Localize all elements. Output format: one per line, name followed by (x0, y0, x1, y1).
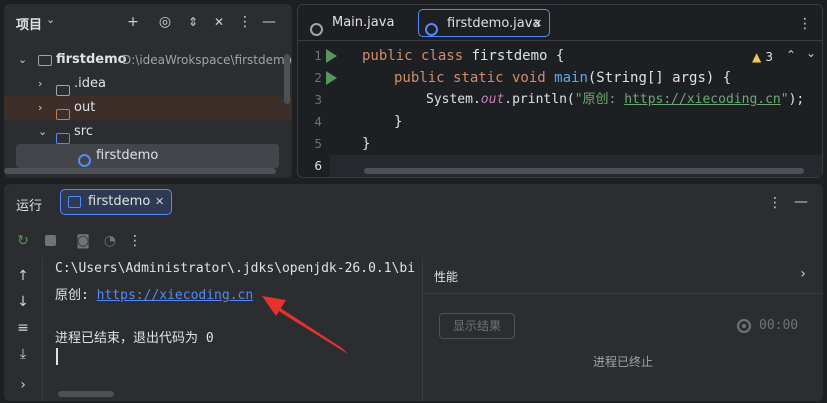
console-link[interactable]: https://xiecoding.cn (97, 288, 254, 303)
line-number: 1 (314, 49, 322, 63)
folder-icon (56, 109, 70, 120)
vertical-scrollbar[interactable] (284, 54, 290, 104)
tree-label-out: out (74, 100, 96, 115)
add-icon[interactable]: + (124, 14, 142, 30)
run-tab-firstdemo[interactable]: firstdemo ✕ (60, 189, 172, 215)
class-icon (310, 16, 323, 44)
project-panel: 项目 ⌄ + ◎ ⇕ ✕ ⋮ — ⌄ firstdemo D:\ideaWrok… (4, 4, 292, 178)
code-line-1[interactable]: public class firstdemo { (362, 45, 564, 67)
minimize-icon[interactable]: — (260, 14, 278, 30)
tab-main-java[interactable]: Main.java (306, 9, 406, 37)
source-folder-icon (56, 133, 70, 144)
text-cursor (56, 348, 58, 365)
folder-icon (56, 85, 70, 96)
arrow-up-icon[interactable]: ↑ (14, 268, 32, 284)
horizontal-scrollbar[interactable] (4, 168, 276, 174)
editor-horizontal-scrollbar[interactable] (364, 168, 804, 174)
tree-item-out[interactable]: › out (4, 96, 292, 120)
divider (423, 293, 823, 294)
arrow-shaft (274, 304, 348, 354)
target-icon[interactable]: ◎ (156, 14, 174, 30)
code-line-2[interactable]: public static void main(String[] args) { (394, 67, 731, 89)
editor-tab-bar: Main.java firstdemo.java ✕ ⋮ (298, 5, 822, 41)
divider (422, 258, 423, 401)
close-icon[interactable]: ✕ (155, 195, 164, 208)
tree-label-idea: .idea (74, 76, 106, 91)
console-line-4: 进程已结束，退出代码为 0 (55, 331, 214, 346)
console-horizontal-scrollbar[interactable] (58, 391, 114, 397)
run-gutter-icon[interactable] (326, 71, 337, 85)
run-tab-label: firstdemo (88, 194, 151, 209)
annotation-arrow (262, 296, 348, 354)
show-results-button[interactable]: 显示结果 (439, 313, 515, 339)
line-number: 5 (314, 137, 322, 151)
tree-label-src: src (74, 124, 93, 139)
module-folder-icon (38, 55, 52, 66)
tab-firstdemo-java[interactable]: firstdemo.java ✕ (418, 9, 550, 37)
class-icon (425, 16, 438, 44)
minimize-icon[interactable]: — (792, 194, 810, 210)
scroll-to-end-icon[interactable]: ⤓ (14, 346, 32, 362)
collapse-all-icon[interactable]: ✕ (210, 14, 228, 30)
run-gutter-icon[interactable] (326, 49, 337, 63)
code-line-3[interactable]: System.out.println("原创: https://xiecodin… (426, 89, 804, 111)
profiler-icon[interactable]: ◔ (101, 233, 119, 249)
tree-item-idea[interactable]: › .idea (4, 72, 292, 96)
chevron-down-icon[interactable]: ⌄ (46, 13, 55, 26)
divider (42, 258, 43, 401)
line-number: 6 (314, 159, 322, 173)
more-options-icon[interactable]: ⋮ (236, 14, 254, 30)
camera-icon[interactable]: ◙ (74, 233, 92, 249)
tab-label: firstdemo.java (447, 16, 541, 31)
perf-title: 性能 (434, 270, 459, 284)
console-line-1: C:\Users\Administrator\.jdks\openjdk-26.… (55, 261, 416, 276)
chevron-right-icon[interactable]: › (794, 266, 812, 282)
console-line-2: 原创: https://xiecoding.cn (55, 284, 253, 303)
code-line-4[interactable]: } (394, 111, 402, 133)
tree-root-name: firstdemo (56, 52, 127, 67)
soft-wrap-icon[interactable]: ≡ (14, 320, 32, 336)
tree-label-class: firstdemo (96, 148, 159, 163)
stop-icon[interactable] (45, 235, 56, 246)
run-panel-title[interactable]: 运行 (16, 195, 42, 214)
chevron-down-icon: ⌄ (38, 125, 48, 138)
chevron-right-icon[interactable]: › (14, 377, 32, 393)
code-line-5[interactable]: } (362, 133, 370, 155)
tab-label: Main.java (332, 15, 395, 30)
perf-timer: 00:00 (759, 318, 799, 333)
tree-root-path: D:\ideaWrokspace\firstdemo (122, 53, 292, 67)
warning-icon: ▲ (752, 50, 762, 64)
more-options-icon[interactable]: ⋮ (126, 233, 144, 249)
rerun-icon[interactable]: ↻ (14, 233, 32, 249)
line-number: 2 (314, 71, 322, 85)
chevron-up-icon[interactable]: ⌃ (786, 48, 796, 62)
warning-count: 3 (765, 50, 774, 64)
inspection-widget[interactable]: ▲ 3 (752, 48, 773, 66)
tree-item-src[interactable]: ⌄ src (4, 120, 292, 144)
tree-item-class-firstdemo[interactable]: firstdemo (16, 144, 279, 168)
console-text: 原创: (55, 288, 97, 303)
chevron-right-icon: › (38, 77, 43, 90)
chevron-down-icon: ⌄ (18, 53, 28, 66)
console-icon (68, 196, 81, 208)
more-options-icon[interactable]: ⋮ (796, 16, 814, 32)
project-panel-title[interactable]: 项目 (16, 14, 42, 33)
chevron-right-icon: › (38, 101, 43, 114)
expand-all-icon[interactable]: ⇕ (184, 14, 202, 30)
record-icon (737, 319, 751, 333)
line-number: 3 (314, 93, 322, 107)
arrow-down-icon[interactable]: ↓ (14, 294, 32, 310)
close-icon[interactable]: ✕ (533, 10, 542, 38)
chevron-down-icon[interactable]: ⌄ (806, 46, 816, 60)
more-options-icon[interactable]: ⋮ (766, 195, 784, 211)
line-number: 4 (314, 115, 322, 129)
tree-item-root[interactable]: ⌄ firstdemo D:\ideaWrokspace\firstdemo (4, 48, 292, 72)
perf-status: 进程已终止 (593, 355, 654, 369)
code-link[interactable]: https://xiecoding.cn (624, 92, 781, 107)
